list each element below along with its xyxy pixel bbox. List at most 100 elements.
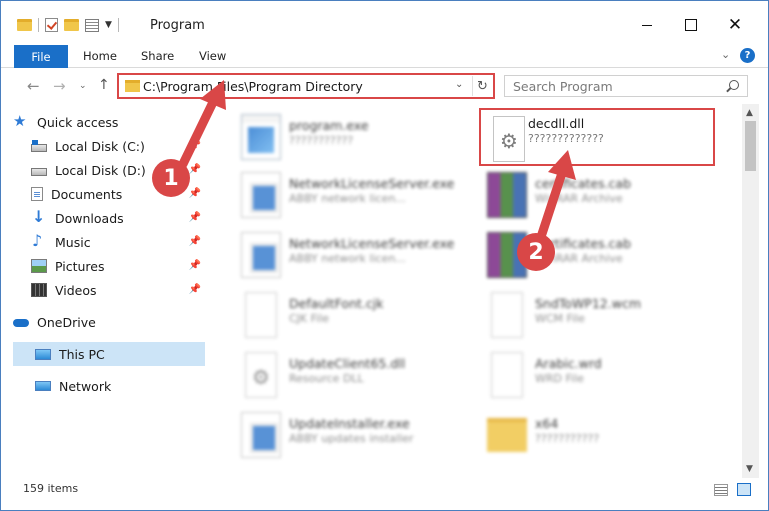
scroll-down-arrow-icon[interactable]: ▼ <box>746 464 753 474</box>
pin-icon[interactable]: 📌 <box>189 188 201 199</box>
navigation-bar: ← → ⌄ ↑ C:\Program Files\Program Directo… <box>1 68 768 104</box>
file-type: WCM File <box>535 312 585 325</box>
file-type: CJK File <box>289 312 330 325</box>
sidebar-item-network[interactable]: Network <box>35 374 205 398</box>
tab-view[interactable]: View <box>199 49 226 63</box>
sidebar-item-this-pc[interactable]: This PC <box>13 342 205 366</box>
tab-file[interactable]: File <box>14 45 68 68</box>
file-item[interactable]: certificates.cab WinRAR Archive <box>479 166 715 224</box>
new-folder-icon[interactable] <box>64 19 79 31</box>
ribbon-tabs: File Home Share View ⌄ ? <box>1 45 768 68</box>
app-icon <box>241 232 281 278</box>
app-icon <box>241 172 281 218</box>
folder-icon[interactable] <box>17 19 32 31</box>
sidebar-item-label: Pictures <box>55 258 105 274</box>
vertical-scrollbar[interactable]: ▲ ▼ <box>742 104 759 478</box>
file-type: ABBY updates installer <box>289 432 414 445</box>
file-item[interactable]: Arabic.wrd WRD File <box>479 346 715 404</box>
sidebar-item-label: Quick access <box>37 114 119 130</box>
file-name: Arabic.wrd <box>535 356 602 371</box>
file-type: Resource DLL <box>289 372 364 385</box>
scroll-up-arrow-icon[interactable]: ▲ <box>746 108 753 118</box>
help-icon[interactable]: ? <box>740 48 755 63</box>
sidebar-item-videos[interactable]: Videos 📌 <box>31 278 205 302</box>
file-item[interactable]: SndToWP12.wcm WCM File <box>479 286 715 344</box>
document-icon <box>491 352 523 398</box>
pin-icon[interactable]: 📌 <box>189 260 201 271</box>
document-icon <box>245 292 277 338</box>
properties-check-icon[interactable] <box>45 18 58 32</box>
maximize-button[interactable] <box>681 15 701 35</box>
file-item[interactable]: NetworkLicenseServer.exe ABBY network li… <box>233 166 469 224</box>
address-dropdown-chevron-icon[interactable]: ⌄ <box>455 79 463 90</box>
refresh-icon[interactable]: ↻ <box>472 76 492 96</box>
sidebar-item-downloads[interactable]: Downloads 📌 <box>31 206 205 230</box>
large-icons-view-icon[interactable] <box>737 483 751 496</box>
file-item[interactable]: NetworkLicenseServer.exe ABBY network li… <box>233 226 469 284</box>
file-name: certificates.cab <box>535 176 632 191</box>
file-item[interactable]: DefaultFont.cjk CJK File <box>233 286 469 344</box>
file-name: program.exe <box>289 118 369 133</box>
expand-ribbon-chevron-icon[interactable]: ⌄ <box>721 48 730 61</box>
computer-icon <box>35 348 51 360</box>
address-path[interactable]: C:\Program Files\Program Directory <box>143 79 363 94</box>
pin-icon[interactable]: 📌 <box>189 140 201 151</box>
file-type: ??????????? <box>289 134 354 147</box>
file-name: NetworkLicenseServer.exe <box>289 236 455 251</box>
details-view-icon[interactable] <box>714 484 728 496</box>
file-type: ABBY network licen... <box>289 252 406 265</box>
pin-icon[interactable]: 📌 <box>189 164 201 175</box>
file-name: UpdateClient65.dll <box>289 356 406 371</box>
file-type: ABBY network licen... <box>289 192 406 205</box>
folder-icon <box>487 418 527 452</box>
file-list: program.exe ??????????? decdll.dll ?????… <box>217 104 741 478</box>
sidebar-item-label: Downloads <box>55 210 124 226</box>
customize-toolbar-chevron-icon[interactable]: ▼ <box>105 20 112 30</box>
sidebar-item-onedrive[interactable]: OneDrive <box>13 310 205 334</box>
pin-icon[interactable]: 📌 <box>189 284 201 295</box>
downloads-icon <box>31 207 47 226</box>
item-count: 159 items <box>23 482 79 495</box>
step-1-badge: 1 <box>152 159 190 197</box>
window-title: Program <box>150 18 205 33</box>
minimize-button[interactable] <box>637 15 657 35</box>
properties-icon[interactable] <box>85 18 99 32</box>
file-item[interactable]: UpdateInstaller.exe ABBY updates install… <box>233 406 469 464</box>
file-item[interactable]: certificates.cab WinRAR Archive <box>479 226 715 284</box>
file-name: SndToWP12.wcm <box>535 296 641 311</box>
document-icon <box>491 292 523 338</box>
search-placeholder[interactable]: Search Program <box>513 79 613 94</box>
sidebar-item-music[interactable]: Music 📌 <box>31 230 205 254</box>
file-name: DefaultFont.cjk <box>289 296 384 311</box>
file-item-decdll[interactable]: decdll.dll ????????????? <box>479 108 715 166</box>
exe-icon <box>241 114 281 160</box>
status-bar: 159 items <box>1 478 768 510</box>
back-arrow-icon[interactable]: ← <box>27 77 40 95</box>
title-bar: ▼ Program ✕ <box>1 1 768 45</box>
sidebar-item-local-disk-c[interactable]: Local Disk (C:) 📌 <box>31 134 205 158</box>
drive-icon <box>31 168 47 176</box>
up-arrow-icon[interactable]: ↑ <box>98 77 110 93</box>
close-button[interactable]: ✕ <box>725 15 745 35</box>
address-bar[interactable]: C:\Program Files\Program Directory ⌄ ↻ <box>117 73 495 99</box>
search-box[interactable]: Search Program <box>504 75 748 97</box>
toolbar-separator <box>117 18 119 32</box>
search-icon[interactable] <box>729 80 739 90</box>
recent-locations-chevron-icon[interactable]: ⌄ <box>79 81 87 91</box>
tab-share[interactable]: Share <box>141 49 174 63</box>
sidebar-item-quick-access[interactable]: Quick access <box>13 110 205 134</box>
pin-icon[interactable]: 📌 <box>189 236 201 247</box>
file-type: ??????????? <box>535 432 600 445</box>
sidebar-item-label: Documents <box>51 186 123 202</box>
scrollbar-thumb[interactable] <box>745 121 756 171</box>
tab-home[interactable]: Home <box>83 49 117 63</box>
folder-icon <box>125 80 140 92</box>
file-item[interactable]: UpdateClient65.dll Resource DLL <box>233 346 469 404</box>
pin-icon[interactable]: 📌 <box>189 212 201 223</box>
file-name: decdll.dll <box>528 116 585 131</box>
file-item[interactable]: x64 ??????????? <box>479 406 715 464</box>
sidebar-item-label: Local Disk (D:) <box>55 162 146 178</box>
forward-arrow-icon[interactable]: → <box>53 77 66 95</box>
sidebar-item-pictures[interactable]: Pictures 📌 <box>31 254 205 278</box>
file-item[interactable]: program.exe ??????????? <box>233 108 469 166</box>
